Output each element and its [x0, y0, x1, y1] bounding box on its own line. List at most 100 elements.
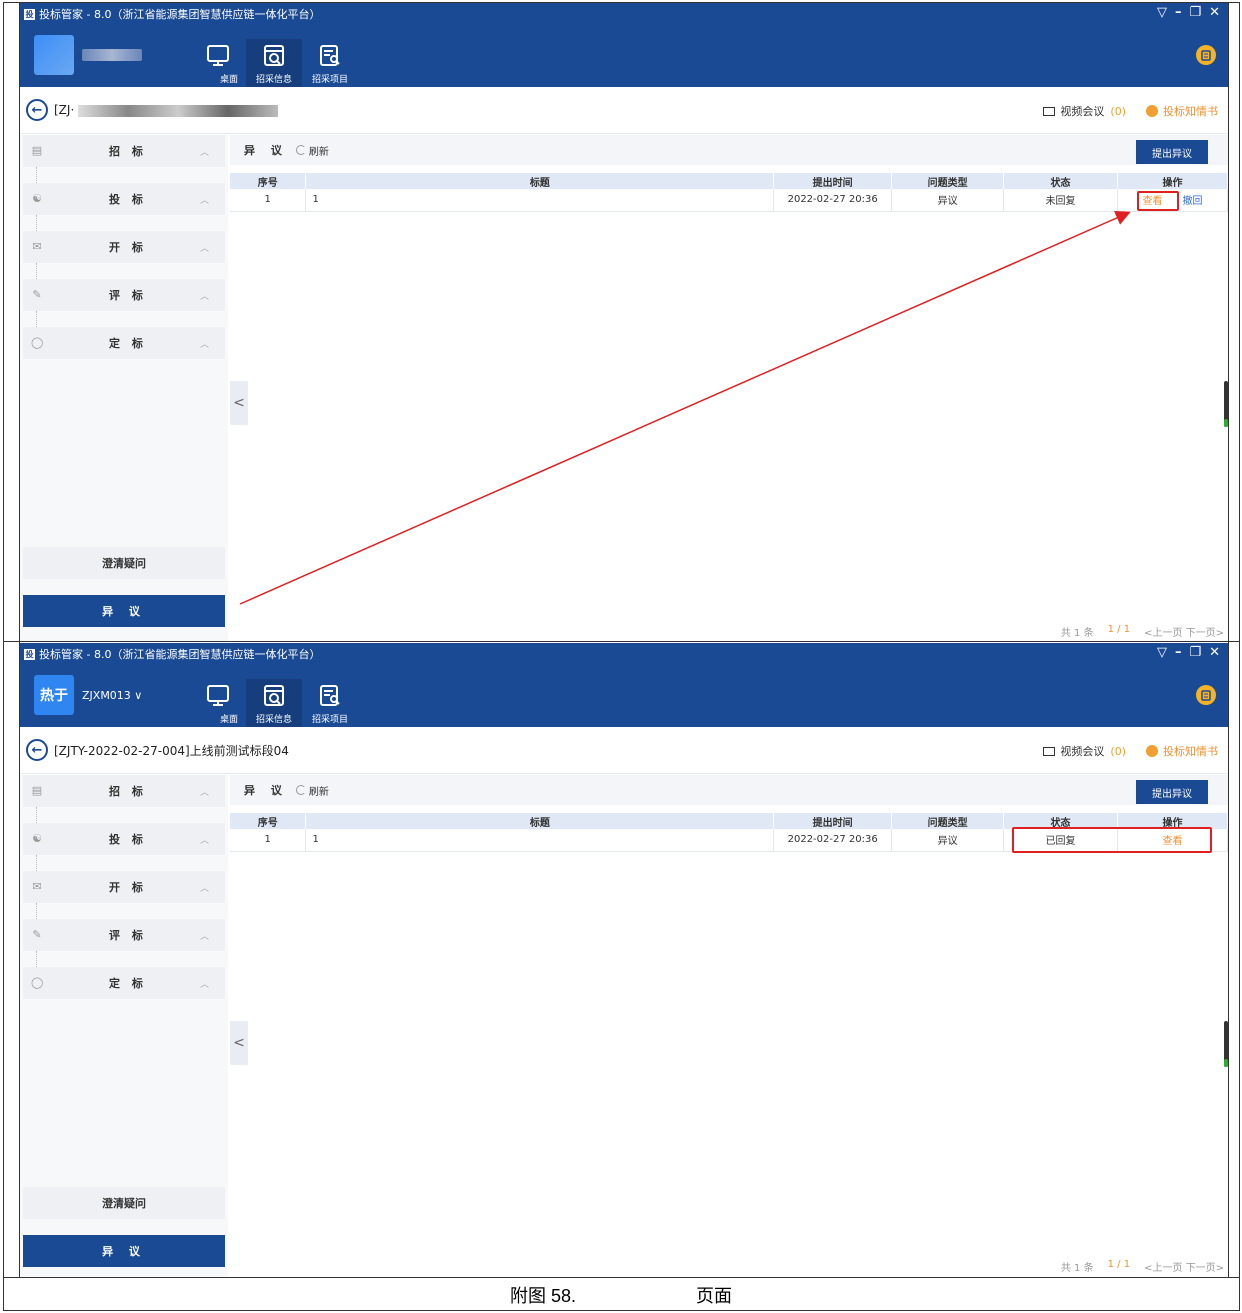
sidebar-connector — [36, 167, 228, 183]
tab-procurement-project[interactable]: 招采项目 — [302, 39, 358, 87]
column-header: 序号 — [230, 173, 307, 189]
pager-page: 1 / 1 — [1107, 624, 1131, 635]
scrollbar[interactable] — [1224, 1021, 1228, 1067]
highlight-box — [1137, 191, 1179, 211]
edit-icon: ✎ — [32, 288, 42, 301]
sidebar-item-bid[interactable]: ☯ 投 标 ︿ — [23, 183, 225, 215]
window-controls: ▽ – ❐ ✕ — [1157, 5, 1220, 20]
notice-label: 投标知情书 — [1163, 745, 1218, 758]
sidebar-item-tender[interactable]: ▤ 招 标 ︿ — [23, 775, 225, 807]
chevron-up-icon: ︿ — [199, 291, 209, 302]
sidebar-item-clarify[interactable]: 澄清疑问 — [23, 1187, 225, 1219]
sidebar-item-clarify[interactable]: 澄清疑问 — [23, 547, 225, 579]
sidebar-item-award[interactable]: ◯ 定 标 ︿ — [23, 327, 225, 359]
collapse-sidebar-button[interactable]: < — [230, 381, 248, 425]
clipboard-button[interactable] — [1196, 45, 1216, 65]
envelope-icon: ✉ — [32, 880, 42, 893]
tab-desktop[interactable]: 桌面 — [190, 39, 246, 87]
frame-line — [1228, 2, 1229, 1277]
scrollbar[interactable] — [1224, 381, 1228, 427]
sidebar-connector — [36, 807, 228, 823]
sidebar-item-evaluation[interactable]: ✎ 评 标 ︿ — [23, 279, 225, 311]
notice-icon — [1146, 105, 1158, 117]
refresh-button[interactable]: 刷新 — [295, 143, 329, 158]
minimize-icon[interactable]: – — [1175, 645, 1182, 660]
sidebar-item-award[interactable]: ◯ 定 标 ︿ — [23, 967, 225, 999]
dropdown-icon[interactable]: ▽ — [1157, 645, 1167, 660]
column-header: 操作 — [1117, 173, 1228, 189]
notice-book-link[interactable]: 投标知情书 — [1146, 743, 1218, 759]
back-arrow-icon[interactable]: ← — [26, 99, 48, 121]
frame-line — [4, 1277, 1239, 1278]
minimize-icon[interactable]: – — [1175, 5, 1182, 20]
sidebar-item-label: 评 标 — [109, 929, 147, 942]
bid-icon: ☯ — [32, 832, 42, 845]
clipboard-button[interactable] — [1196, 685, 1216, 705]
pager-total: 共 1 条 — [1060, 628, 1094, 639]
section-title: 异 议 — [244, 144, 288, 157]
title-bar: 投 投标管家 - 8.0（浙江省能源集团智慧供应链一体化平台） ▽ – ❐ ✕ … — [20, 3, 1228, 87]
cell-title: 1 — [305, 829, 775, 852]
chevron-up-icon: ︿ — [199, 883, 209, 894]
restore-icon[interactable]: ❐ — [1189, 5, 1201, 20]
sidebar-item-opening[interactable]: ✉ 开 标 ︿ — [23, 871, 225, 903]
pager-nav[interactable]: <上一页 下一页> — [1144, 1259, 1224, 1274]
sidebar-item-objection[interactable]: 异 议 — [23, 1235, 225, 1267]
bid-icon: ☯ — [32, 192, 42, 205]
table-header: 序号 标题 提出时间 问题类型 状态 操作 — [230, 173, 1228, 189]
user-name — [82, 49, 142, 61]
section-title: 异 议 — [244, 784, 288, 797]
project-list-icon — [320, 45, 340, 66]
user-menu[interactable]: 热于 ZJXM013 ∨ — [34, 675, 142, 715]
column-header: 提出时间 — [773, 173, 893, 189]
tab-procurement-project[interactable]: 招采项目 — [302, 679, 358, 727]
dropdown-icon[interactable]: ▽ — [1157, 5, 1167, 20]
sidebar-item-evaluation[interactable]: ✎ 评 标 ︿ — [23, 919, 225, 951]
back-arrow-icon[interactable]: ← — [26, 739, 48, 761]
caption-text: 页面 — [696, 1286, 733, 1306]
collapse-sidebar-button[interactable]: < — [230, 1021, 248, 1065]
cell-type: 异议 — [891, 829, 1005, 852]
chevron-up-icon: ︿ — [199, 787, 209, 798]
pager-nav[interactable]: <上一页 下一页> — [1144, 624, 1224, 639]
restore-icon[interactable]: ❐ — [1189, 645, 1201, 660]
sidebar-item-opening[interactable]: ✉ 开 标 ︿ — [23, 231, 225, 263]
sidebar-connector — [36, 215, 228, 231]
sidebar-item-bid[interactable]: ☯ 投 标 ︿ — [23, 823, 225, 855]
notice-label: 投标知情书 — [1163, 105, 1218, 118]
withdraw-link[interactable]: 撤回 — [1183, 196, 1203, 207]
column-header: 序号 — [230, 813, 307, 829]
submit-objection-button[interactable]: 提出异议 — [1136, 140, 1208, 164]
tab-procurement-info[interactable]: 招采信息 — [246, 39, 302, 87]
tab-procurement-info[interactable]: 招采信息 — [246, 679, 302, 727]
close-icon[interactable]: ✕ — [1209, 5, 1220, 20]
sidebar-item-tender[interactable]: ▤ 招 标 ︿ — [23, 135, 225, 167]
tab-desktop[interactable]: 桌面 — [190, 679, 246, 727]
notice-book-link[interactable]: 投标知情书 — [1146, 103, 1218, 119]
close-icon[interactable]: ✕ — [1209, 645, 1220, 660]
search-doc-icon — [264, 685, 284, 706]
sidebar-connector — [36, 951, 228, 967]
sidebar-connector — [36, 855, 228, 871]
cell-title: 1 — [305, 189, 775, 212]
sidebar-connector — [36, 903, 228, 919]
title-bar: 投 投标管家 - 8.0（浙江省能源集团智慧供应链一体化平台） ▽ – ❐ ✕ … — [20, 643, 1228, 727]
tab-label: 桌面 — [219, 75, 238, 85]
desktop-icon — [207, 685, 229, 706]
submit-objection-button[interactable]: 提出异议 — [1136, 780, 1208, 804]
screenshot-top: 投 投标管家 - 8.0（浙江省能源集团智慧供应链一体化平台） ▽ – ❐ ✕ … — [20, 3, 1228, 641]
sidebar-item-label: 招 标 — [109, 145, 147, 158]
scrollbar-accent — [1224, 1059, 1228, 1067]
caption-label: 附图 58. — [509, 1286, 577, 1306]
video-meeting-link[interactable]: 视频会议 (0) — [1043, 103, 1126, 119]
sidebar: ▤ 招 标 ︿ ☯ 投 标 ︿ ✉ 开 标 ︿ ✎ 评 标 ︿ ◯ 定 标 ︿ 澄清疑问 异 议 — [20, 135, 228, 641]
column-header: 状态 — [1003, 173, 1118, 189]
table-row[interactable]: 1 1 2022-02-27 20:36 异议 未回复 查看 撤回 — [230, 189, 1228, 212]
sidebar-item-objection[interactable]: 异 议 — [23, 595, 225, 627]
user-menu[interactable] — [34, 35, 142, 75]
refresh-button[interactable]: 刷新 — [295, 783, 329, 798]
check-circle-icon: ◯ — [31, 336, 44, 349]
video-meeting-link[interactable]: 视频会议 (0) — [1043, 743, 1126, 759]
header-actions: 视频会议 (0) 投标知情书 — [1043, 103, 1218, 119]
cell-status: 未回复 — [1003, 189, 1118, 212]
